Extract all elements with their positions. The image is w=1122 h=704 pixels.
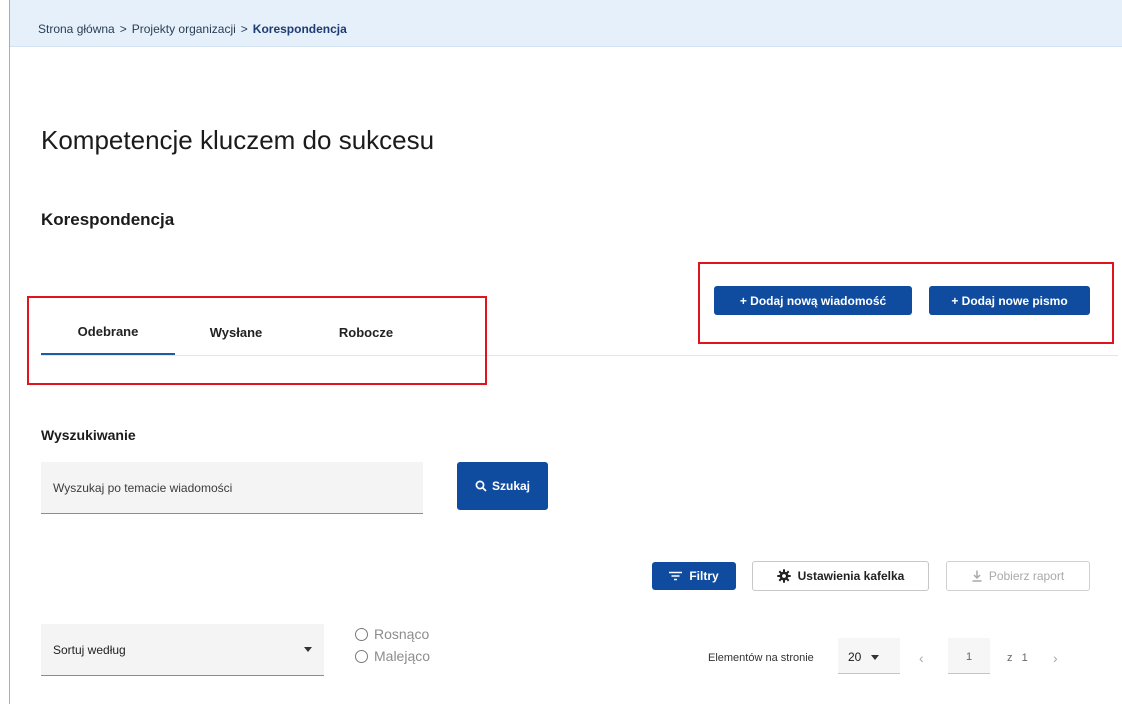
page-total-value: 1 [1021,652,1028,664]
tile-settings-label: Ustawienia kafelka [797,569,905,583]
chevron-right-icon[interactable]: › [1053,650,1058,666]
breadcrumb-current: Korespondencja [252,22,347,36]
filters-button[interactable]: Filtry [652,562,736,590]
breadcrumb-home[interactable]: Strona główna [38,22,115,36]
chevron-left-icon[interactable]: ‹ [919,650,924,666]
section-title: Korespondencja [41,210,175,229]
page-number-input[interactable]: 1 [948,638,990,674]
filters-label: Filtry [689,569,719,583]
download-report-label: Pobierz raport [988,569,1065,583]
breadcrumb-bar: Strona główna > Projekty organizacji > Kores… [10,0,1122,47]
filter-icon [669,571,683,581]
sort-select[interactable]: Sortuj według [41,624,324,676]
radio-ascending[interactable]: Rosnąco [355,626,429,642]
search-button-label: Szukaj [491,479,530,493]
per-page-value: 20 [848,650,862,664]
caret-down-icon [871,655,880,660]
download-icon [972,570,982,582]
radio-circle-icon[interactable] [355,649,368,663]
search-icon [475,480,487,492]
breadcrumb: Strona główna > Projekty organizacji > Kores… [38,22,347,36]
radio-descending[interactable]: Malejąco [355,648,430,664]
frame-border [9,0,10,704]
search-label: Wyszukiwanie [41,427,136,443]
breadcrumb-separator: > [240,22,248,36]
search-input[interactable] [41,462,423,514]
per-page-label: Elementów na stronie [708,652,814,664]
highlight-box-tabs [27,296,487,385]
breadcrumb-separator: > [119,22,127,36]
caret-down-icon [304,647,312,652]
download-report-button[interactable]: Pobierz raport [946,561,1090,591]
radio-circle-icon[interactable] [355,627,368,641]
breadcrumb-projects[interactable]: Projekty organizacji [132,22,236,36]
page-total: z 1 [1007,652,1028,664]
tile-settings-button[interactable]: Ustawienia kafelka [752,561,929,591]
page-title: Kompetencje kluczem do sukcesu [41,125,435,155]
search-button[interactable]: Szukaj [457,462,548,510]
radio-ascending-label: Rosnąco [374,626,430,642]
gear-icon [776,569,791,583]
page-number-value: 1 [965,651,973,663]
sort-label: Sortuj według [53,642,126,657]
radio-descending-label: Malejąco [374,648,431,664]
per-page-select[interactable]: 20 [838,638,900,674]
page-of-label: z [1007,652,1013,664]
